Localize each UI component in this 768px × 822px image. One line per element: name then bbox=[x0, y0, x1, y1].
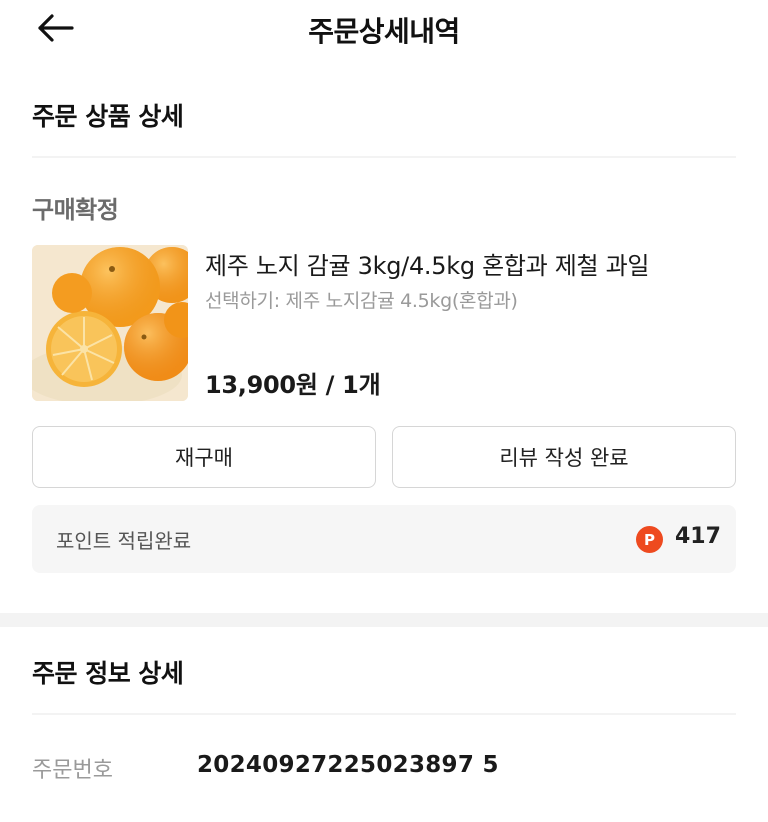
points-label: 포인트 적립완료 bbox=[56, 529, 192, 553]
review-complete-button[interactable]: 리뷰 작성 완료 bbox=[392, 426, 736, 488]
order-number-value: 20240927225023897 5 bbox=[197, 752, 499, 778]
section-separator bbox=[0, 613, 768, 627]
divider bbox=[32, 713, 736, 715]
page-title: 주문상세내역 bbox=[308, 15, 460, 48]
product-name[interactable]: 제주 노지 감귤 3kg/4.5kg 혼합과 제철 과일 bbox=[205, 246, 650, 281]
divider bbox=[32, 156, 736, 158]
point-icon: P bbox=[636, 526, 663, 553]
app-header: 주문상세내역 bbox=[0, 0, 768, 60]
order-status: 구매확정 bbox=[32, 196, 119, 224]
tangerine-image bbox=[32, 245, 188, 401]
product-section-title: 주문 상품 상세 bbox=[32, 102, 184, 131]
product-thumbnail[interactable] bbox=[32, 245, 188, 401]
rebuy-button[interactable]: 재구매 bbox=[32, 426, 376, 488]
points-value: 417 bbox=[675, 524, 721, 549]
points-summary: 포인트 적립완료 P 417 bbox=[32, 505, 736, 573]
order-number-label: 주문번호 bbox=[32, 758, 113, 783]
product-option: 선택하기: 제주 노지감귤 4.5kg(혼합과) bbox=[205, 290, 518, 312]
order-info-section-title: 주문 정보 상세 bbox=[32, 659, 184, 688]
product-price: 13,900원 / 1개 bbox=[205, 371, 381, 399]
